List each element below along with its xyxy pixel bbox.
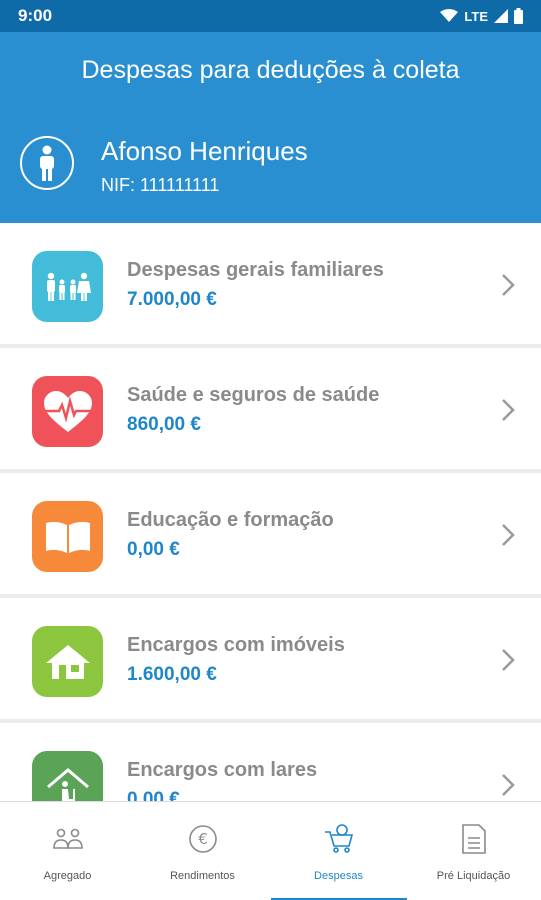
user-name: Afonso Henriques xyxy=(101,136,308,166)
category-list: Despesas gerais familiares 7.000,00 € Sa… xyxy=(0,223,541,801)
network-type: LTE xyxy=(464,8,488,24)
category-item-lares[interactable]: Encargos com lares 0,00 € xyxy=(0,723,541,801)
user-nif: NIF: 111111111 xyxy=(101,175,220,195)
nav-rendimentos[interactable]: € Rendimentos xyxy=(135,802,270,900)
nav-label: Pré Liquidação xyxy=(436,870,511,882)
nav-pre-liquidacao[interactable]: Pré Liquidação xyxy=(406,802,541,900)
category-amount: 1.600,00 € xyxy=(127,664,217,685)
cart-icon xyxy=(323,822,355,856)
category-amount: 7.000,00 € xyxy=(127,289,217,310)
chevron-right-icon xyxy=(502,649,515,671)
category-item-despesas-gerais[interactable]: Despesas gerais familiares 7.000,00 € xyxy=(0,223,541,344)
avatar xyxy=(20,136,74,190)
category-item-educacao[interactable]: Educação e formação 0,00 € xyxy=(0,473,541,594)
category-amount: 0,00 € xyxy=(127,789,180,801)
page-title: Despesas para deduções à coleta xyxy=(81,56,460,84)
wifi-icon xyxy=(440,9,459,22)
family-icon xyxy=(32,251,103,322)
status-bar: 9:00 LTE xyxy=(0,0,541,32)
category-item-saude[interactable]: Saúde e seguros de saúde 860,00 € xyxy=(0,348,541,469)
nav-despesas[interactable]: Despesas xyxy=(271,802,406,900)
house-icon xyxy=(32,626,103,697)
category-label: Despesas gerais familiares xyxy=(127,259,384,281)
care-home-icon xyxy=(32,751,103,801)
euro-icon: € xyxy=(188,822,218,856)
bottom-navigation: Agregado € Rendimentos Despesas Pré Liqu… xyxy=(0,801,541,900)
category-label: Saúde e seguros de saúde xyxy=(127,384,380,406)
category-amount: 860,00 € xyxy=(127,414,201,435)
status-icons: LTE xyxy=(440,8,523,24)
household-icon xyxy=(52,822,83,856)
document-icon xyxy=(461,822,486,856)
category-amount: 0,00 € xyxy=(127,539,180,560)
chevron-right-icon xyxy=(502,524,515,546)
nav-agregado[interactable]: Agregado xyxy=(0,802,135,900)
category-label: Encargos com lares xyxy=(127,759,318,781)
chevron-right-icon xyxy=(502,774,515,796)
nav-label: Rendimentos xyxy=(170,870,235,882)
category-label: Educação e formação xyxy=(127,509,334,531)
chevron-right-icon xyxy=(502,399,515,421)
status-time: 9:00 xyxy=(18,6,53,25)
chevron-right-icon xyxy=(502,274,515,296)
category-item-imoveis[interactable]: Encargos com imóveis 1.600,00 € xyxy=(0,598,541,719)
category-label: Encargos com imóveis xyxy=(127,634,345,656)
nav-label: Agregado xyxy=(43,870,92,882)
person-icon xyxy=(40,145,54,181)
book-icon xyxy=(32,501,103,572)
signal-icon xyxy=(494,9,508,23)
header: Despesas para deduções à coleta Afonso H… xyxy=(0,32,541,223)
battery-icon xyxy=(514,8,523,24)
nav-label: Despesas xyxy=(314,870,363,882)
heart-icon xyxy=(32,376,103,447)
svg-text:€: € xyxy=(198,830,208,848)
